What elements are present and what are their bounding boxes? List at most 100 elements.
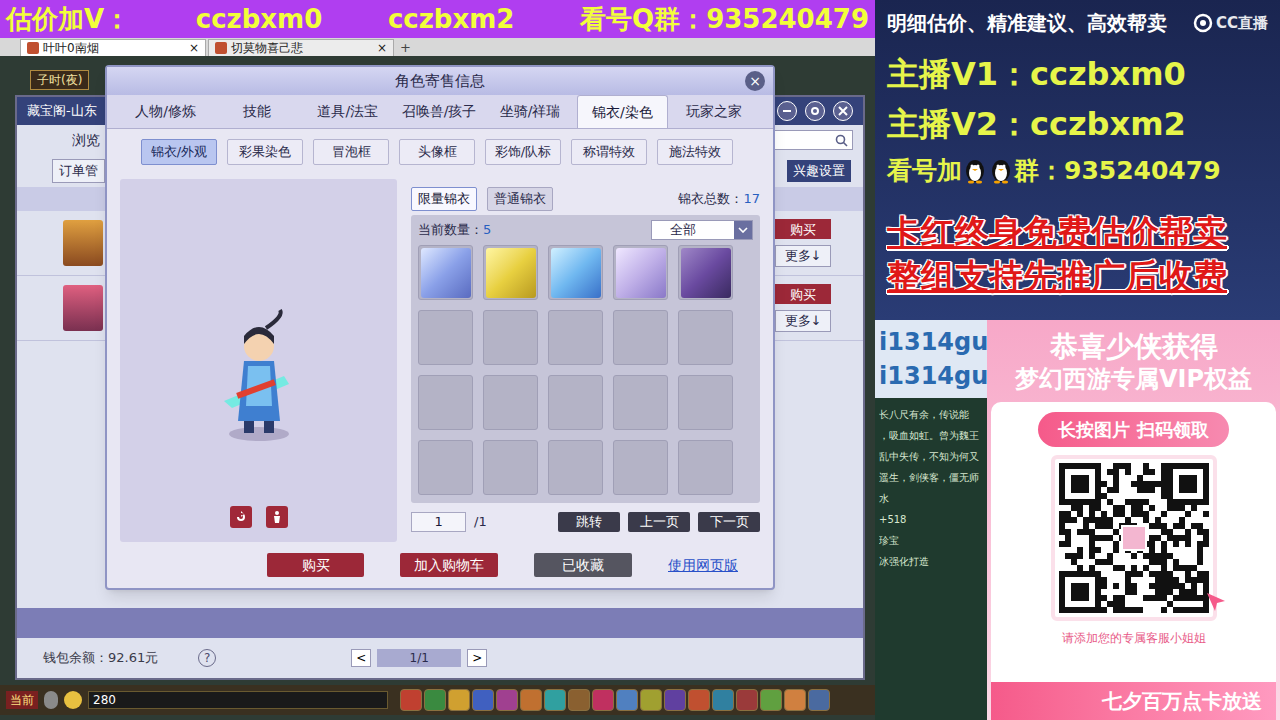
outfit-slot[interactable] [548,440,603,495]
add-to-cart-button[interactable]: 加入购物车 [400,553,498,577]
outfit-slot[interactable] [418,440,473,495]
dialog-tab[interactable]: 道具/法宝 [303,95,392,128]
favorite-button[interactable]: 已收藏 [534,553,632,577]
shortcut-icon[interactable] [664,689,686,711]
outfit-slot[interactable] [418,375,473,430]
role-avatar-icon[interactable] [63,285,103,331]
orders-button[interactable]: 订单管 [52,159,105,183]
outfit-type-button[interactable]: 普通锦衣 [487,187,553,211]
outfit-slot[interactable] [678,245,733,300]
shortcut-icon[interactable] [520,689,542,711]
listing-buy-button[interactable]: 购买 [775,284,831,304]
outfit-slot[interactable] [613,310,668,365]
outfit-slot[interactable] [678,375,733,430]
shortcut-icon[interactable] [424,689,446,711]
interest-settings-button[interactable]: 兴趣设置 [787,160,851,182]
client-tab-close[interactable]: × [377,39,387,57]
promo-red-line: 整组支持先推广后收费 [887,256,1268,296]
role-avatar-icon[interactable] [63,220,103,266]
face-icon [64,691,82,709]
outfit-slot[interactable] [613,375,668,430]
game-client: 叶叶0南烟×切莫物喜己悲×+子时(夜)藏宝阁-山东浏览订单管兴趣设置购买更多↓购… [0,38,875,720]
dialog-subtab[interactable]: 彩饰/队标 [485,139,561,165]
streamer-contact: 主播V2：cczbxm2 [887,104,1268,144]
dialog-tab[interactable]: 锦衣/染色 [577,95,668,128]
outfit-slot[interactable] [678,310,733,365]
filter-dropdown[interactable]: 全部 [651,220,753,240]
shortcut-icon[interactable] [544,689,566,711]
outfit-slot[interactable] [483,310,538,365]
rotate-button[interactable] [230,506,252,528]
shortcut-icon[interactable] [736,689,758,711]
jump-button[interactable]: 跳转 [558,512,620,532]
shortcut-icon[interactable] [760,689,782,711]
minimize-icon[interactable] [777,101,797,121]
ad-cta-button[interactable]: 长按图片 扫码领取 [1038,412,1228,447]
outfit-item-icon[interactable] [616,248,666,298]
buy-button[interactable]: 购买 [267,553,364,577]
penguin-icon [963,158,987,184]
shortcut-icon[interactable] [808,689,830,711]
page-input[interactable]: 1 [411,512,466,532]
listing-buy-button[interactable]: 购买 [775,219,831,239]
outfit-slot[interactable] [548,375,603,430]
outfit-type-button[interactable]: 限量锦衣 [411,187,477,211]
shortcut-icon[interactable] [712,689,734,711]
channel-label[interactable]: 当前 [6,691,38,709]
outfit-slot[interactable] [678,440,733,495]
dialog-tab[interactable]: 人物/修炼 [121,95,210,128]
outfit-slot[interactable] [483,440,538,495]
next-page-button[interactable]: 下一页 [698,512,760,532]
web-version-link[interactable]: 使用网页版 [668,555,738,576]
outfit-slot[interactable] [548,245,603,300]
dialog-subtab[interactable]: 头像框 [399,139,475,165]
outfit-slot[interactable] [483,245,538,300]
dialog-tab[interactable]: 召唤兽/孩子 [394,95,483,128]
pager-prev-button[interactable]: < [351,649,371,667]
outfit-slot[interactable] [418,245,473,300]
prev-page-button[interactable]: 上一页 [628,512,690,532]
dialog-tab[interactable]: 坐骑/祥瑞 [486,95,575,128]
dialog-subtab[interactable]: 施法特效 [657,139,733,165]
shortcut-icon[interactable] [568,689,590,711]
shortcut-icon[interactable] [784,689,806,711]
client-tab[interactable]: 叶叶0南烟× [20,39,206,56]
outfit-slot[interactable] [483,375,538,430]
dialog-close-button[interactable]: × [745,71,765,91]
shortcut-icon[interactable] [616,689,638,711]
help-button[interactable]: ? [198,649,216,667]
shortcut-icon[interactable] [592,689,614,711]
dialog-subtab[interactable]: 冒泡框 [313,139,389,165]
shortcut-icon[interactable] [400,689,422,711]
dialog-subtab[interactable]: 称谓特效 [571,139,647,165]
dialog-subtab[interactable]: 锦衣/外观 [141,139,217,165]
client-tab-close[interactable]: × [189,39,199,57]
client-tab[interactable]: 切莫物喜己悲× [208,39,394,56]
dialog-tab[interactable]: 技能 [212,95,301,128]
outfit-item-icon[interactable] [486,248,536,298]
add-tab-button[interactable]: + [400,39,411,56]
shortcut-icon[interactable] [448,689,470,711]
dialog-tab[interactable]: 玩家之家 [670,95,759,128]
outfit-slot[interactable] [418,310,473,365]
listing-more-button[interactable]: 更多↓ [775,245,831,267]
dialog-subtab[interactable]: 彩果染色 [227,139,303,165]
outfit-item-icon[interactable] [551,248,601,298]
pager-next-button[interactable]: > [467,649,487,667]
shortcut-icon[interactable] [688,689,710,711]
search-field[interactable] [773,130,853,150]
close-icon[interactable] [833,101,853,121]
settings-icon[interactable] [805,101,825,121]
shortcut-icon[interactable] [640,689,662,711]
pose-button[interactable] [266,506,288,528]
shortcut-icon[interactable] [496,689,518,711]
vip-ad: 恭喜少侠获得梦幻西游专属VIP权益长按图片 扫码领取请添加您的专属客服小姐姐七夕… [987,320,1280,720]
outfit-slot[interactable] [613,440,668,495]
outfit-item-icon[interactable] [681,248,731,298]
browse-tab[interactable]: 浏览 [72,130,100,151]
outfit-item-icon[interactable] [421,248,471,298]
listing-more-button[interactable]: 更多↓ [775,310,831,332]
outfit-slot[interactable] [548,310,603,365]
outfit-slot[interactable] [613,245,668,300]
shortcut-icon[interactable] [472,689,494,711]
